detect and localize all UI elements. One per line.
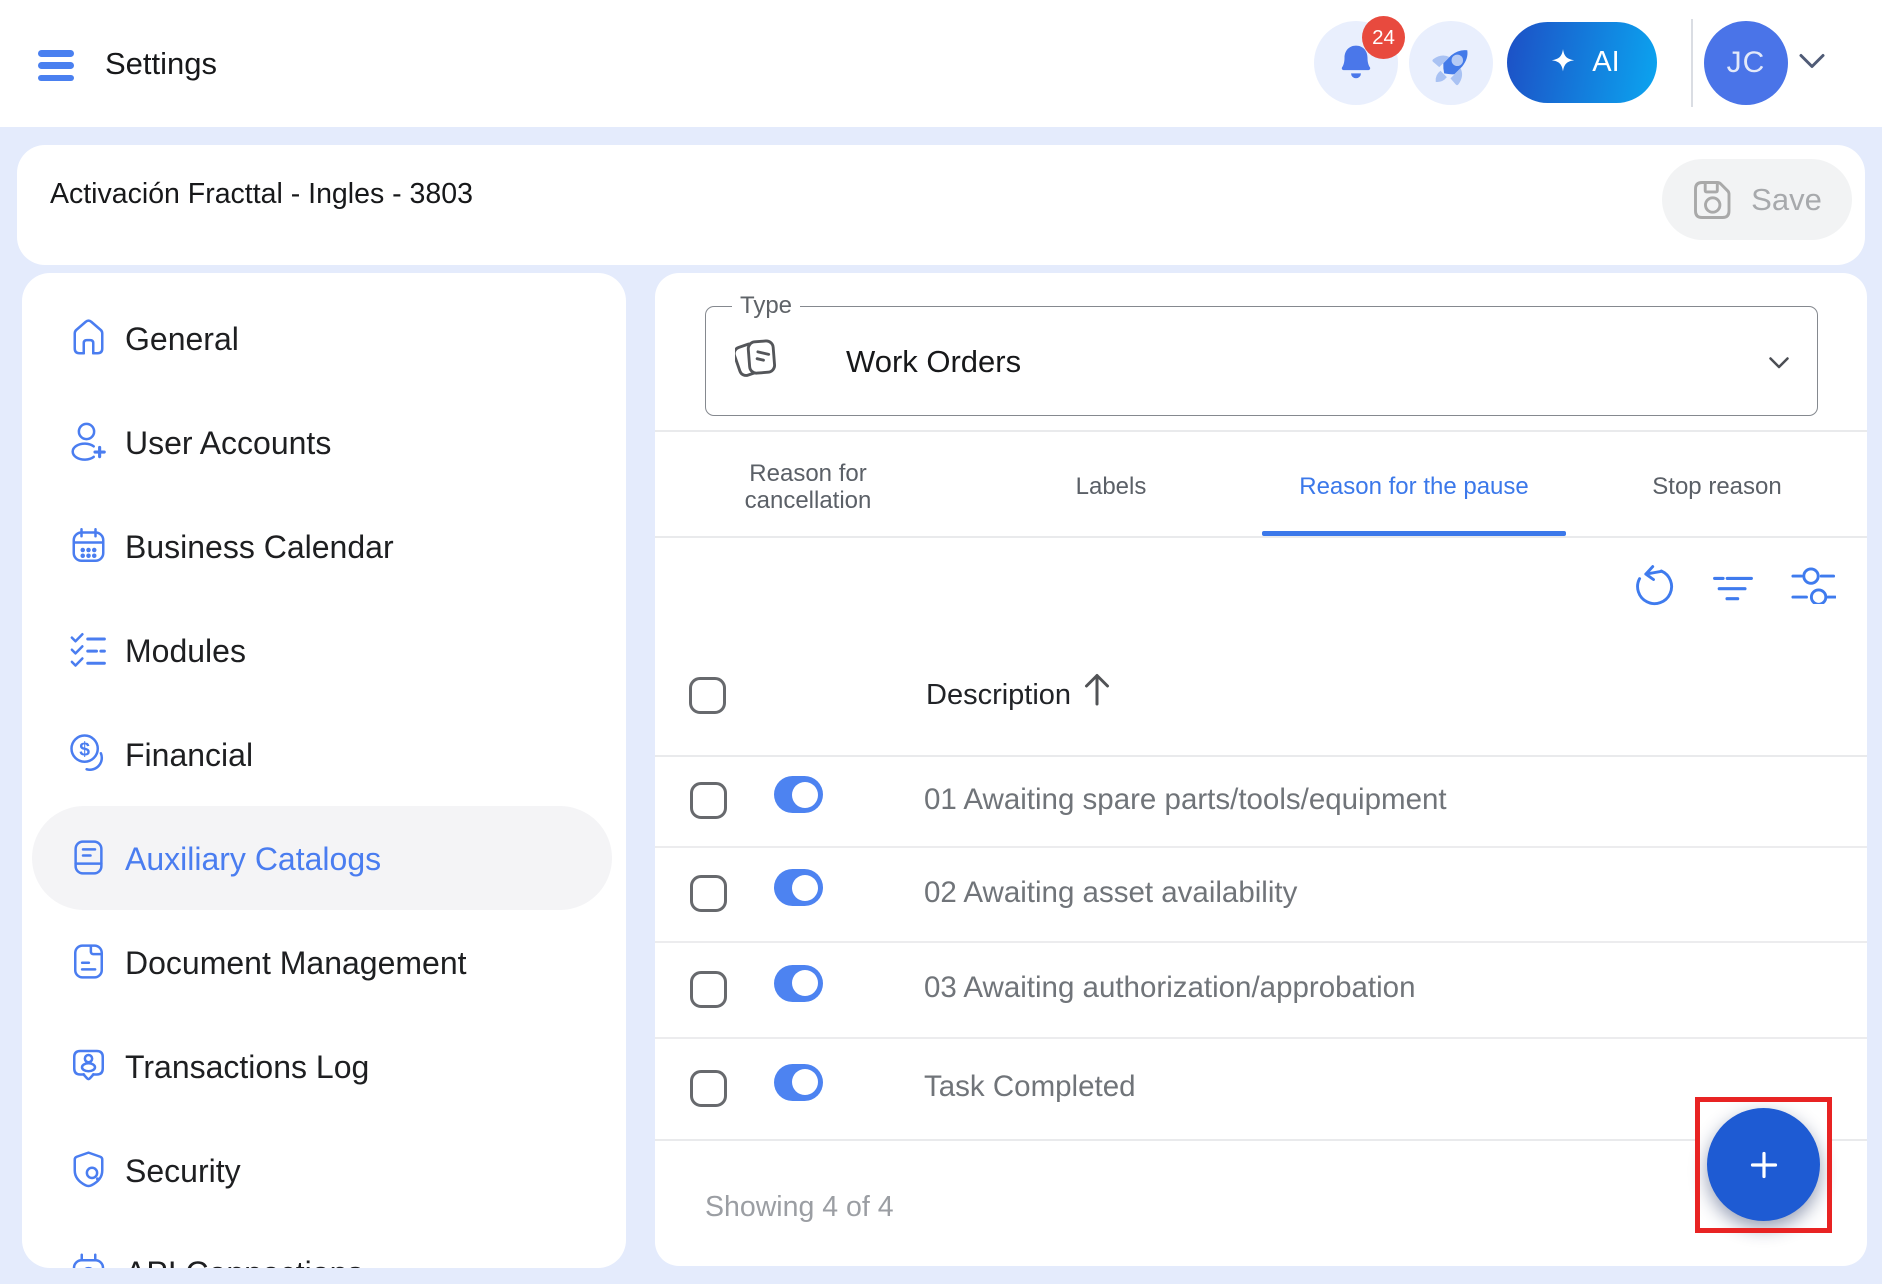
svg-text:$: $ [79,739,90,761]
